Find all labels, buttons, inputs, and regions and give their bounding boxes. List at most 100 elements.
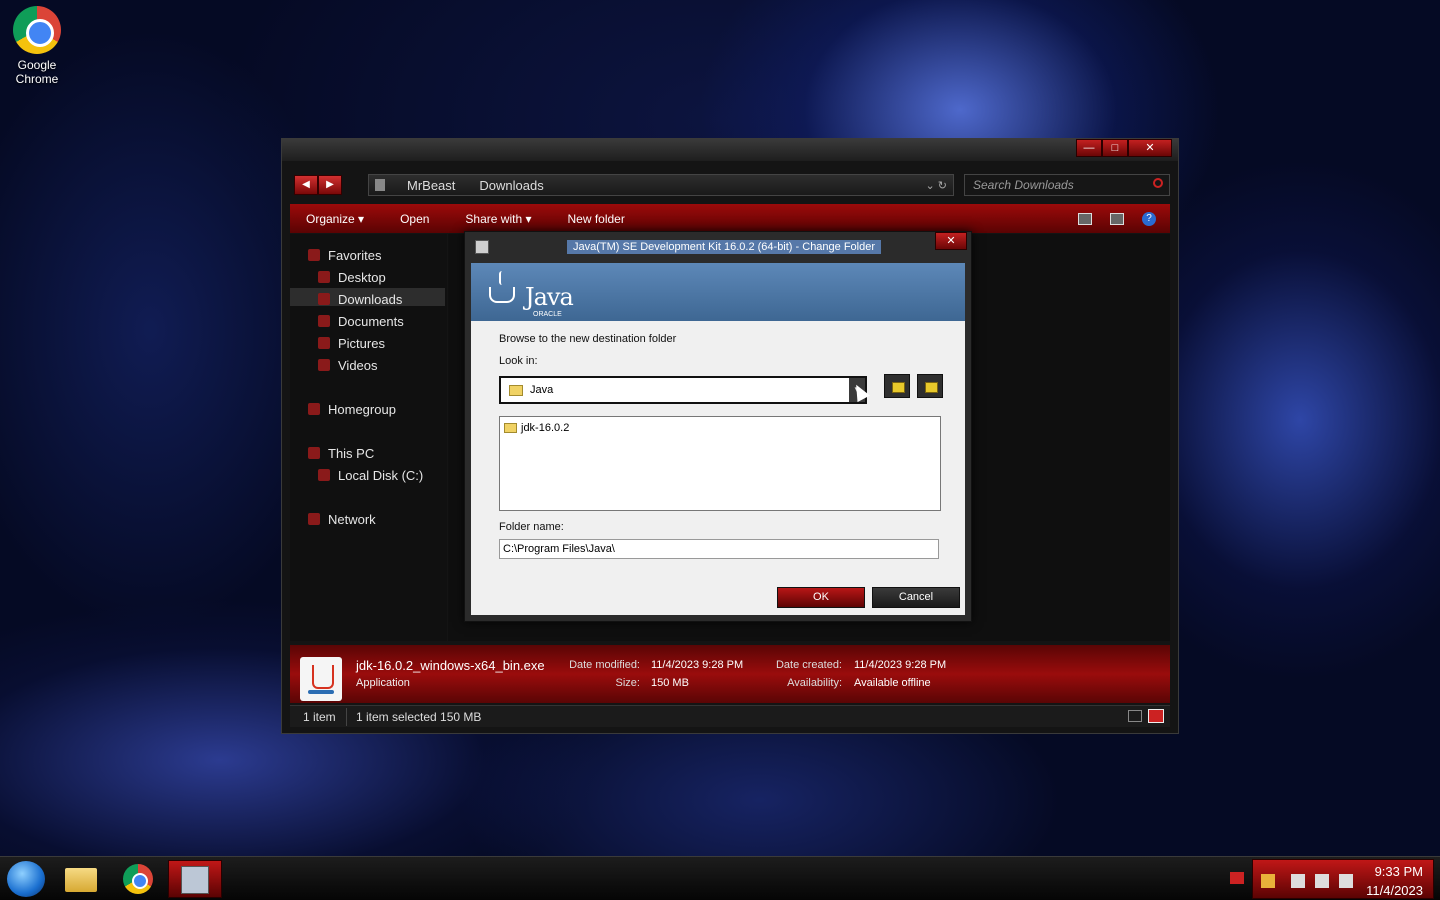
up-one-level-button[interactable] (884, 374, 910, 398)
folder-icon (375, 179, 385, 191)
sidebar-item-pictures[interactable]: Pictures (318, 334, 385, 352)
detail-date-modified: 11/4/2023 9:28 PM (651, 659, 744, 671)
look-in-label: Look in: (499, 355, 538, 367)
show-hidden-icons[interactable] (1230, 872, 1244, 884)
dialog-close-button[interactable]: ✕ (935, 232, 967, 250)
ok-button[interactable]: OK (777, 587, 865, 608)
dialog-body: Java ORACLE Browse to the new destinatio… (471, 263, 965, 615)
title-bar[interactable]: — □ ✕ (282, 139, 1178, 161)
folder-icon (504, 423, 517, 433)
network-icon (308, 513, 320, 525)
detail-availability-label: Availability: (787, 677, 842, 689)
cancel-button[interactable]: Cancel (872, 587, 960, 608)
installer-icon (181, 866, 209, 894)
navigation-pane: Favorites Desktop Downloads Documents Pi… (290, 234, 447, 641)
disk-icon (318, 469, 330, 481)
minimize-button[interactable]: — (1076, 139, 1102, 157)
details-view-icon[interactable] (1128, 710, 1142, 722)
address-bar[interactable]: MrBeast Downloads ⌄ ↻ (368, 174, 954, 196)
maximize-button[interactable]: □ (1102, 139, 1128, 157)
flag-icon[interactable] (1291, 874, 1305, 888)
computer-icon (308, 447, 320, 459)
sidebar-item-homegroup[interactable]: Homegroup (308, 400, 396, 418)
detail-availability: Available offline (854, 677, 931, 689)
sidebar-item-desktop[interactable]: Desktop (318, 268, 386, 286)
sidebar-item-downloads[interactable]: Downloads (318, 290, 402, 308)
volume-icon[interactable] (1339, 874, 1353, 888)
look-in-value: Java (530, 384, 554, 396)
create-new-folder-button[interactable] (917, 374, 943, 398)
detail-file-type: Application (356, 677, 410, 689)
clock[interactable]: 9:33 PM 11/4/2023 (1366, 862, 1423, 900)
new-folder-button[interactable]: New folder (567, 212, 624, 226)
list-item[interactable]: jdk-16.0.2 (504, 422, 569, 434)
taskbar-chrome[interactable] (110, 860, 164, 898)
search-icon[interactable] (1153, 178, 1163, 188)
chrome-icon (123, 864, 153, 894)
sidebar-item-videos[interactable]: Videos (318, 356, 378, 374)
toolbar-right: ? (1078, 211, 1156, 226)
taskbar-java-installer[interactable] (168, 860, 222, 898)
detail-size-label: Size: (615, 677, 640, 689)
search-placeholder: Search Downloads (973, 178, 1074, 192)
open-button[interactable]: Open (400, 212, 429, 226)
desktop-icon (318, 271, 330, 283)
folder-list[interactable]: jdk-16.0.2 (499, 416, 941, 511)
folder-icon (65, 868, 97, 892)
network-icon[interactable] (1315, 874, 1329, 888)
document-icon (318, 315, 330, 327)
search-input[interactable]: Search Downloads (964, 174, 1170, 196)
forward-button[interactable]: ▶ (318, 175, 342, 195)
navigation-bar: ◀ ▶ MrBeast Downloads ⌄ ↻ Search Downloa… (294, 173, 1170, 197)
look-in-dropdown[interactable]: Java ▼ (499, 376, 867, 404)
folder-name-field[interactable] (499, 539, 939, 559)
system-tray: 9:33 PM 11/4/2023 (1252, 859, 1434, 899)
desktop-icon-google-chrome[interactable]: Google Chrome (8, 6, 66, 86)
java-file-icon (300, 657, 342, 701)
preview-pane-icon[interactable] (1110, 212, 1124, 225)
clock-time: 9:33 PM (1374, 864, 1423, 879)
sidebar-item-favorites[interactable]: Favorites (308, 246, 381, 264)
download-icon (318, 293, 330, 305)
sidebar-item-documents[interactable]: Documents (318, 312, 404, 330)
star-icon (308, 249, 320, 261)
start-button[interactable] (7, 861, 45, 897)
address-dropdown-refresh[interactable]: ⌄ ↻ (926, 179, 948, 192)
folder-icon (509, 385, 523, 396)
sidebar-item-local-disk[interactable]: Local Disk (C:) (318, 466, 423, 484)
help-icon[interactable]: ? (1142, 211, 1156, 226)
clock-date: 11/4/2023 (1366, 883, 1423, 898)
java-update-icon[interactable] (1261, 874, 1275, 888)
detail-file-name: jdk-16.0.2_windows-x64_bin.exe (356, 658, 545, 673)
java-steam-icon (499, 271, 505, 285)
organize-button[interactable]: Organize ▾ (306, 212, 364, 226)
share-with-button[interactable]: Share with ▾ (465, 212, 531, 226)
dialog-prompt: Browse to the new destination folder (499, 333, 677, 345)
large-icons-view-icon[interactable] (1148, 709, 1164, 723)
sidebar-item-this-pc[interactable]: This PC (308, 444, 374, 462)
java-cup-icon (489, 287, 515, 303)
detail-date-modified-label: Date modified: (569, 659, 640, 671)
status-separator (346, 708, 347, 726)
dialog-title-bar[interactable]: Java(TM) SE Development Kit 16.0.2 (64-b… (465, 232, 971, 262)
change-folder-dialog: Java(TM) SE Development Kit 16.0.2 (64-b… (464, 231, 972, 622)
picture-icon (318, 337, 330, 349)
breadcrumb-downloads[interactable]: Downloads (479, 178, 543, 193)
window-controls: — □ ✕ (1076, 139, 1172, 157)
status-item-count: 1 item (303, 710, 336, 724)
dialog-title: Java(TM) SE Development Kit 16.0.2 (64-b… (567, 240, 882, 254)
status-bar: 1 item 1 item selected 150 MB (290, 705, 1170, 727)
detail-size: 150 MB (651, 677, 689, 689)
detail-date-created: 11/4/2023 9:28 PM (854, 659, 947, 671)
taskbar-file-explorer[interactable] (53, 860, 107, 898)
sidebar-item-network[interactable]: Network (308, 510, 376, 528)
breadcrumb-mrbeast[interactable]: MrBeast (407, 178, 455, 193)
video-icon (318, 359, 330, 371)
view-options-icon[interactable] (1078, 212, 1092, 225)
close-button[interactable]: ✕ (1128, 139, 1172, 157)
desktop-icon-label: Google Chrome (15, 58, 59, 86)
back-button[interactable]: ◀ (294, 175, 318, 195)
folder-name-label: Folder name: (499, 521, 564, 533)
chrome-icon (13, 6, 61, 54)
command-bar: Organize ▾ Open Share with ▾ New folder … (290, 204, 1170, 233)
